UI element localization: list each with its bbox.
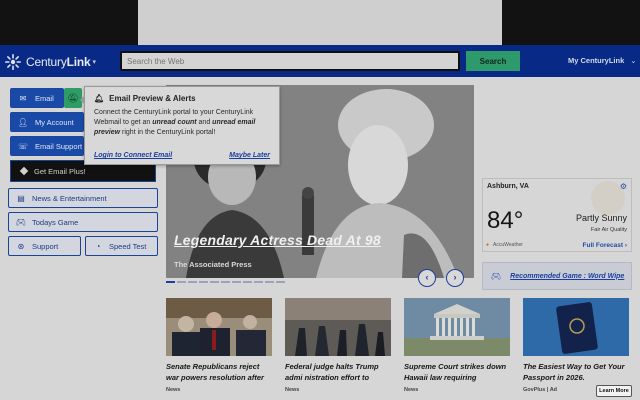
news-title: Supreme Court strikes down Hawaii law re… <box>404 362 507 382</box>
slide-indicator[interactable] <box>254 281 263 283</box>
news-thumbnail <box>166 298 272 356</box>
email-preview-popup: 🔔︎ Email Preview & Alerts Connect the Ce… <box>80 86 280 165</box>
envelope-icon: ✉ <box>19 93 27 103</box>
brand-name: CenturyLink <box>26 55 91 69</box>
user-icon: 👤︎ <box>17 117 29 127</box>
email-label: Email <box>35 93 54 103</box>
news-card[interactable]: Supreme Court strikes down Hawaii law re… <box>404 298 510 400</box>
top-ad-banner <box>0 0 640 45</box>
popup-actions: Login to Connect Email Maybe Later <box>94 152 270 159</box>
email-support-button[interactable]: ☏ Email Support <box>10 136 84 156</box>
chevron-down-icon: ▾ <box>92 59 97 66</box>
recommended-game-label: Recommended Game : Word Wipe <box>510 272 625 280</box>
next-slide-button[interactable]: › <box>446 269 464 287</box>
slide-indicators <box>166 281 285 283</box>
centurylink-logo[interactable]: CenturyLink ▾ <box>4 53 96 71</box>
diamond-icon <box>19 166 29 176</box>
todays-game-button[interactable]: 🎮︎ Todays Game <box>8 212 158 232</box>
news-title: Senate Republicans reject war powers res… <box>166 362 264 382</box>
search-input[interactable] <box>120 51 460 71</box>
slide-indicator[interactable] <box>210 281 219 283</box>
ad-title: The Easiest Way to Get Your Passport in … <box>523 362 625 382</box>
news-entertainment-button[interactable]: ▤ News & Entertainment <box>8 188 158 208</box>
news-card[interactable]: Federal judge halts Trump admi nistratio… <box>285 298 391 400</box>
maybe-later-link[interactable]: Maybe Later <box>229 152 270 159</box>
site-header: CenturyLink ▾ Search My CenturyLink ⌄ <box>0 45 640 77</box>
my-centurylink-label: My CenturyLink <box>568 56 625 65</box>
gear-icon[interactable]: ⚙ <box>620 182 627 191</box>
hero-source: The Associated Press <box>174 260 252 269</box>
support-label: Support <box>32 241 59 251</box>
email-support-label: Email Support <box>35 141 83 151</box>
learn-more-button[interactable]: Learn More <box>596 385 632 397</box>
slide-indicator[interactable] <box>199 281 208 283</box>
search-button[interactable]: Search <box>466 51 520 71</box>
popup-title: 🔔︎ Email Preview & Alerts <box>94 94 270 103</box>
slide-indicator[interactable] <box>276 281 285 283</box>
accuweather-brand: ● AccuWeather <box>486 242 523 248</box>
login-connect-email-link[interactable]: Login to Connect Email <box>94 152 172 159</box>
weather-location: Ashburn, VA <box>487 183 529 190</box>
newspaper-icon: ▤ <box>17 193 25 203</box>
popup-pointer <box>80 95 85 105</box>
gamepad-icon: 🎮︎ <box>491 271 502 281</box>
slide-indicator[interactable] <box>265 281 274 283</box>
news-source: News <box>285 387 300 393</box>
slide-indicator[interactable] <box>243 281 252 283</box>
air-quality: Fair Air Quality <box>590 227 627 233</box>
news-title: Federal judge halts Trump admi nistratio… <box>285 362 379 382</box>
speedometer-icon: ◔ <box>95 241 101 251</box>
recommended-game-banner[interactable]: 🎮︎ Recommended Game : Word Wipe <box>482 262 632 290</box>
slide-indicator[interactable] <box>232 281 241 283</box>
my-account-button[interactable]: 👤︎ My Account <box>10 112 84 132</box>
my-centurylink-menu[interactable]: My CenturyLink ⌄ <box>568 56 637 65</box>
support-button[interactable]: ⊛ Support <box>8 236 81 256</box>
news-entertainment-label: News & Entertainment <box>32 193 107 203</box>
popup-title-text: Email Preview & Alerts <box>109 94 196 103</box>
todays-game-label: Todays Game <box>32 217 79 227</box>
ad-thumbnail <box>523 298 629 356</box>
slide-indicator[interactable] <box>188 281 197 283</box>
previous-slide-button[interactable]: ‹ <box>418 269 436 287</box>
gamepad-icon: 🎮︎ <box>15 217 27 227</box>
weather-widget[interactable]: Ashburn, VA ⚙ 84° Partly Sunny Fair Air … <box>482 178 632 252</box>
slide-indicator[interactable] <box>177 281 186 283</box>
bell-icon: 🔔︎ <box>94 94 105 103</box>
news-source: News <box>166 387 181 393</box>
get-email-plus-label: Get Email Plus! <box>34 166 86 176</box>
weather-condition: Partly Sunny <box>575 213 627 223</box>
full-forecast-link[interactable]: Full Forecast › <box>583 242 627 249</box>
my-account-label: My Account <box>35 117 74 127</box>
speed-test-button[interactable]: ◔ Speed Test <box>85 236 158 256</box>
accuweather-logo-icon: ● <box>486 242 490 248</box>
ad-placeholder <box>138 0 502 45</box>
weather-temperature: 84° <box>487 207 524 234</box>
slide-indicator[interactable] <box>166 281 175 283</box>
speed-test-label: Speed Test <box>109 241 147 251</box>
news-thumbnail <box>285 298 391 356</box>
news-card[interactable]: Senate Republicans reject war powers res… <box>166 298 272 400</box>
headset-icon: ☏ <box>17 141 28 151</box>
lifebuoy-icon: ⊛ <box>17 241 25 251</box>
news-source: News <box>404 387 419 393</box>
email-button[interactable]: ✉ Email <box>10 88 64 108</box>
news-thumbnail <box>404 298 510 356</box>
popup-body: Connect the CenturyLink portal to your C… <box>94 109 256 136</box>
chevron-down-icon: ⌄ <box>630 56 637 65</box>
slide-indicator[interactable] <box>221 281 230 283</box>
hero-headline[interactable]: Legendary Actress Dead At 98 <box>174 232 381 248</box>
centurylink-logo-icon <box>5 54 21 70</box>
ad-source: GovPlus | Ad <box>523 387 558 393</box>
